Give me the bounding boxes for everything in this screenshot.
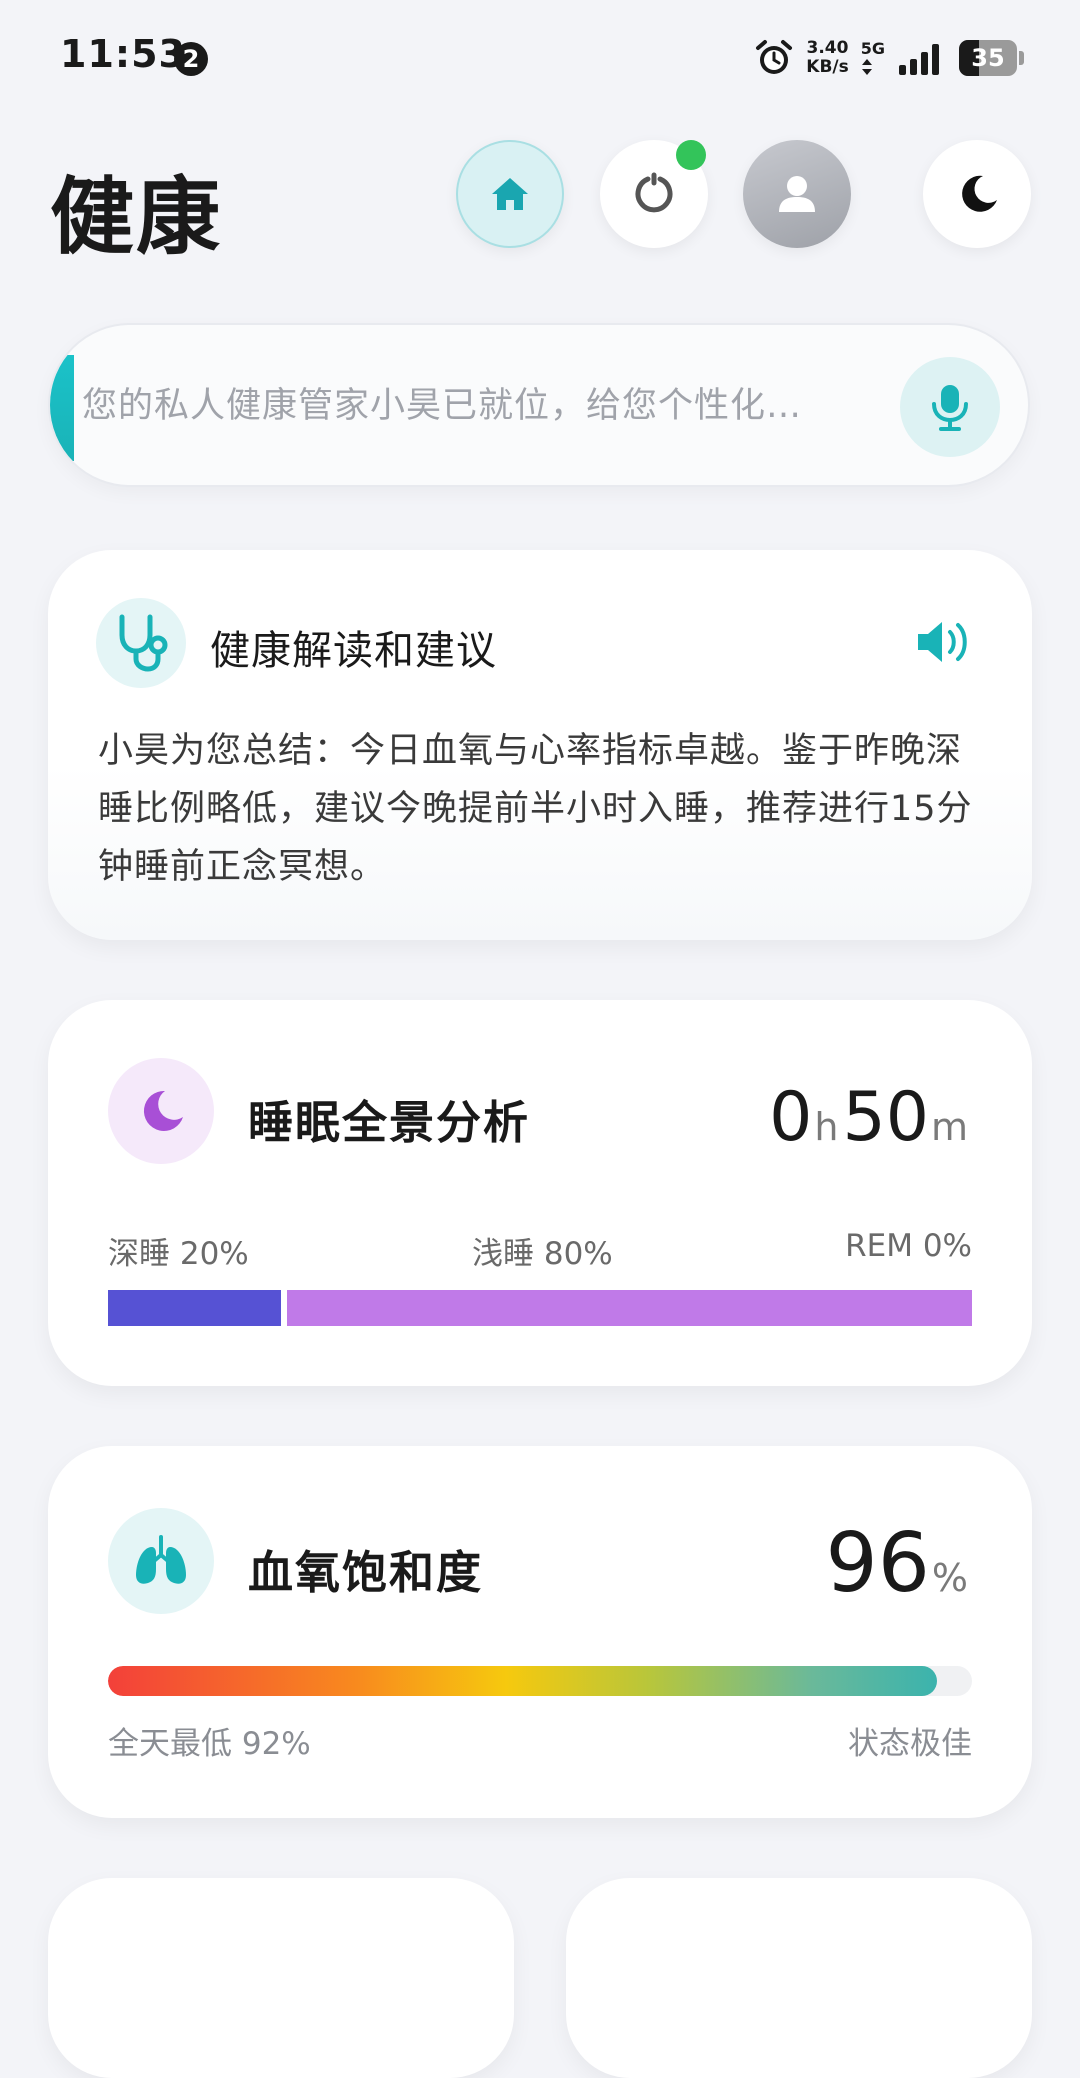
moon-icon xyxy=(143,1090,183,1131)
sleep-minutes-unit: m xyxy=(930,1105,968,1149)
battery-level: 35 xyxy=(971,44,1005,72)
home-button[interactable] xyxy=(456,140,564,248)
sleep-icon-circle xyxy=(108,1058,214,1164)
sleep-hours: 0 xyxy=(769,1078,813,1157)
moon-icon xyxy=(962,175,997,212)
assistant-input-bar[interactable]: 您的私人健康管家小昊已就位，给您个性化… xyxy=(48,323,1030,487)
blood-oxygen-card[interactable]: 血氧饱和度 96 % 全天最低 92% 状态极佳 xyxy=(48,1446,1032,1818)
metric-card-left[interactable] xyxy=(48,1878,514,2078)
network-type-label: 5G xyxy=(860,39,885,58)
home-icon xyxy=(492,178,528,210)
blood-oxygen-status: 状态极佳 xyxy=(848,1726,972,1762)
network-speed-unit: KB/s xyxy=(806,57,849,77)
blood-oxygen-icon-circle xyxy=(108,1508,214,1614)
sleep-card-title: 睡眠全景分析 xyxy=(248,1096,531,1149)
blood-oxygen-number: 96 xyxy=(825,1516,930,1611)
battery-indicator: 35 xyxy=(959,40,1017,76)
speaker-icon[interactable] xyxy=(914,616,974,668)
user-icon xyxy=(779,176,815,212)
network-type: 5G xyxy=(861,40,885,76)
deep-sleep-segment xyxy=(108,1290,281,1326)
alarm-icon xyxy=(756,40,793,74)
health-advice-card[interactable]: 健康解读和建议 小昊为您总结：今日血氧与心率指标卓越。鉴于昨晚深睡比例略低，建议… xyxy=(48,550,1032,940)
sleep-minutes: 50 xyxy=(842,1078,929,1157)
deep-sleep-label: 深睡 20% xyxy=(108,1236,249,1272)
status-icons: 3.40 KB/s 5G 35 xyxy=(754,36,1024,80)
blood-oxygen-value: 96 % xyxy=(826,1516,972,1611)
blood-oxygen-min: 全天最低 92% xyxy=(108,1726,311,1762)
page-title: 健康 xyxy=(50,168,223,266)
sleep-stage-labels: 深睡 20% 浅睡 80% REM 0% xyxy=(108,1228,972,1272)
lungs-icon xyxy=(136,1535,186,1584)
rem-sleep-label: REM 0% xyxy=(845,1228,972,1264)
advice-card-body: 小昊为您总结：今日血氧与心率指标卓越。鉴于昨晚深睡比例略低，建议今晚提前半小时入… xyxy=(98,731,973,887)
stethoscope-icon xyxy=(119,614,168,672)
sleep-stage-bar xyxy=(108,1290,972,1326)
battery-tip xyxy=(1019,51,1024,65)
avatar-button[interactable] xyxy=(743,140,851,248)
metric-card-right[interactable] xyxy=(566,1878,1032,2078)
sleep-hours-unit: h xyxy=(814,1105,839,1149)
assistant-accent-strip xyxy=(50,355,74,461)
assistant-input-placeholder[interactable]: 您的私人健康管家小昊已就位，给您个性化… xyxy=(82,377,912,428)
new-activity-dot xyxy=(676,140,706,170)
status-bar: 11:53 2 3.40 KB/s 5G 35 xyxy=(0,0,1080,110)
advice-card-title: 健康解读和建议 xyxy=(210,628,497,674)
network-speed-value: 3.40 xyxy=(806,38,849,58)
microphone-icon xyxy=(932,385,968,431)
status-time: 11:53 xyxy=(60,32,186,76)
signal-strength-icon xyxy=(899,44,939,75)
network-speed: 3.40 KB/s xyxy=(806,39,848,77)
dark-mode-button[interactable] xyxy=(923,140,1031,248)
light-sleep-segment xyxy=(286,1290,972,1326)
data-arrows-icon xyxy=(861,59,872,75)
advice-icon-circle xyxy=(96,598,186,688)
voice-input-button[interactable] xyxy=(900,357,1000,457)
blood-oxygen-unit: % xyxy=(931,1556,968,1600)
notification-count-badge: 2 xyxy=(174,42,208,76)
power-ring-icon xyxy=(635,172,673,213)
blood-oxygen-bar xyxy=(108,1666,972,1696)
light-sleep-label: 浅睡 80% xyxy=(472,1236,613,1272)
blood-oxygen-card-title: 血氧饱和度 xyxy=(248,1546,484,1599)
sleep-duration: 0 h 50 m xyxy=(769,1078,972,1157)
blood-oxygen-bar-fill xyxy=(108,1666,938,1696)
sleep-analysis-card[interactable]: 睡眠全景分析 0 h 50 m 深睡 20% 浅睡 80% REM 0% xyxy=(48,1000,1032,1386)
